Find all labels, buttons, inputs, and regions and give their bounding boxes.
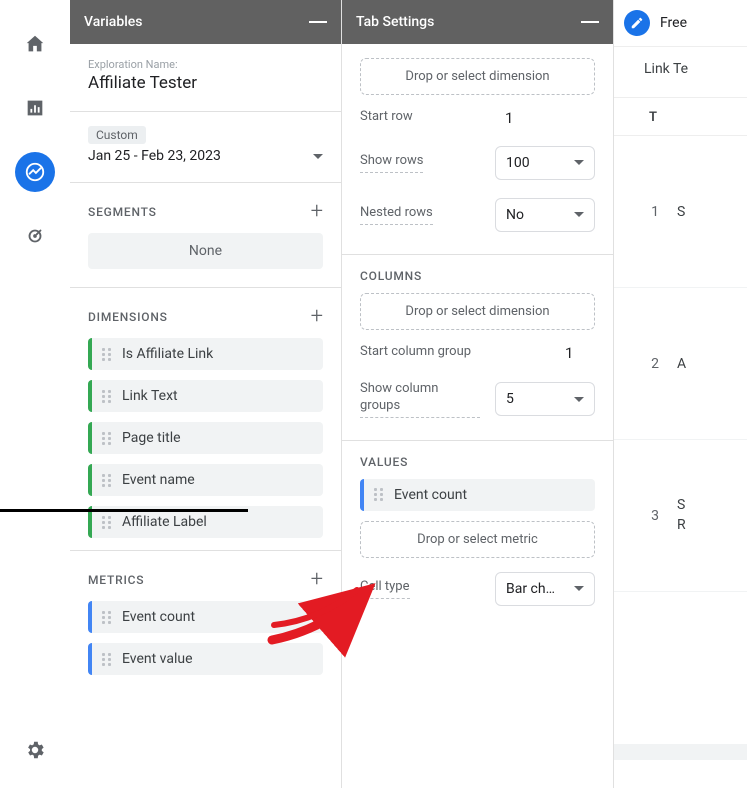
show-rows-select[interactable]: 100 xyxy=(495,146,595,180)
explore-icon[interactable] xyxy=(15,152,55,192)
advertising-icon[interactable] xyxy=(15,216,55,256)
table-row: 1 S xyxy=(614,136,747,288)
date-range-value: Jan 25 - Feb 23, 2023 xyxy=(88,148,221,164)
row-index: 3 xyxy=(639,508,659,524)
dimensions-header: DIMENSIONS xyxy=(88,310,168,324)
drag-handle-icon xyxy=(102,390,112,403)
dimension-chip[interactable]: Page title xyxy=(88,422,323,454)
chevron-down-icon xyxy=(574,397,584,402)
row-index: 1 xyxy=(639,204,659,220)
exploration-name-label: Exploration Name: xyxy=(88,58,323,71)
metrics-header: METRICS xyxy=(88,573,144,587)
show-column-groups-value: 5 xyxy=(506,391,514,407)
dimension-chip-label: Is Affiliate Link xyxy=(122,346,213,362)
drag-handle-icon xyxy=(102,474,112,487)
left-nav-rail xyxy=(0,0,70,788)
value-chip-label: Event count xyxy=(394,487,467,503)
cell-type-value: Bar ch… xyxy=(506,581,555,597)
table-row: 3 S R xyxy=(614,440,747,592)
dimension-chip-label: Page title xyxy=(122,430,181,446)
variables-panel-header[interactable]: Variables xyxy=(70,0,341,44)
drag-handle-icon xyxy=(102,348,112,361)
segments-header: SEGMENTS xyxy=(88,205,157,219)
settings-icon[interactable] xyxy=(15,730,55,770)
exploration-name-value[interactable]: Affiliate Tester xyxy=(88,73,323,93)
home-icon[interactable] xyxy=(15,24,55,64)
drag-handle-icon xyxy=(102,611,112,624)
value-chip[interactable]: Event count xyxy=(360,479,595,511)
dimension-chip-label: Link Text xyxy=(122,388,178,404)
preview-totals-header: T xyxy=(614,98,747,136)
start-row-label: Start row xyxy=(360,109,413,128)
show-column-groups-label: Show column groups xyxy=(360,381,480,418)
chevron-down-icon xyxy=(313,154,323,159)
chevron-down-icon xyxy=(574,586,584,591)
add-segment-button[interactable]: + xyxy=(311,201,323,223)
date-range-picker[interactable]: Jan 25 - Feb 23, 2023 xyxy=(88,148,323,164)
tab-settings-panel: Tab Settings Drop or select dimension St… xyxy=(342,0,614,788)
row-index: 2 xyxy=(639,356,659,372)
cell-type-select[interactable]: Bar ch… xyxy=(495,572,595,606)
add-metric-button[interactable]: + xyxy=(311,569,323,591)
collapse-icon xyxy=(309,21,327,23)
metric-chip-label: Event value xyxy=(122,651,193,667)
start-column-group-value[interactable]: 1 xyxy=(565,344,595,362)
metric-dropzone[interactable]: Drop or select metric xyxy=(360,521,595,558)
metric-chip[interactable]: Event count xyxy=(88,601,323,633)
report-preview: Free Link Te T 1 S 2 A 3 S R xyxy=(614,0,747,788)
columns-header: COLUMNS xyxy=(360,269,595,283)
dimension-chip-label: Event name xyxy=(122,472,195,488)
nested-rows-value: No xyxy=(506,207,524,223)
dimension-chip[interactable]: Affiliate Label xyxy=(88,506,323,538)
show-column-groups-select[interactable]: 5 xyxy=(495,382,595,416)
drag-handle-icon xyxy=(374,488,384,501)
dimension-chip-label: Affiliate Label xyxy=(122,514,207,530)
row-value: S xyxy=(677,204,685,220)
variables-panel: Variables Exploration Name: Affiliate Te… xyxy=(70,0,342,788)
values-header: VALUES xyxy=(360,455,595,469)
chevron-down-icon xyxy=(574,160,584,165)
show-rows-label: Show rows xyxy=(360,153,423,173)
collapse-icon xyxy=(581,21,599,23)
table-row: 2 A xyxy=(614,288,747,440)
horizontal-scrollbar[interactable] xyxy=(614,744,747,760)
nested-rows-select[interactable]: No xyxy=(495,198,595,232)
dimension-chip[interactable]: Link Text xyxy=(88,380,323,412)
metric-chip[interactable]: Event value xyxy=(88,643,323,675)
date-range-type-chip: Custom xyxy=(88,126,146,144)
drag-handle-icon xyxy=(102,516,112,529)
dimension-chip[interactable]: Is Affiliate Link xyxy=(88,338,323,370)
cell-type-label: Cell type xyxy=(360,579,410,599)
nested-rows-label: Nested rows xyxy=(360,205,433,225)
variables-panel-title: Variables xyxy=(84,14,142,30)
dimension-chip[interactable]: Event name xyxy=(88,464,323,496)
start-row-value[interactable]: 1 xyxy=(505,109,595,127)
edit-tab-button[interactable] xyxy=(624,10,650,36)
start-column-group-label: Start column group xyxy=(360,344,471,363)
chevron-down-icon xyxy=(574,212,584,217)
rows-dropzone[interactable]: Drop or select dimension xyxy=(360,58,595,95)
row-value: S R xyxy=(677,496,686,535)
preview-column-header: Link Te xyxy=(614,47,747,98)
drag-handle-icon xyxy=(102,432,112,445)
tab-settings-panel-header[interactable]: Tab Settings xyxy=(342,0,613,44)
reports-icon[interactable] xyxy=(15,88,55,128)
add-dimension-button[interactable]: + xyxy=(311,306,323,328)
drag-handle-icon xyxy=(102,653,112,666)
columns-dropzone[interactable]: Drop or select dimension xyxy=(360,293,595,330)
metric-chip-label: Event count xyxy=(122,609,195,625)
row-value: A xyxy=(677,356,686,372)
show-rows-value: 100 xyxy=(506,155,530,171)
tab-name[interactable]: Free xyxy=(660,15,687,31)
segments-empty[interactable]: None xyxy=(88,233,323,269)
tab-settings-panel-title: Tab Settings xyxy=(356,14,434,30)
